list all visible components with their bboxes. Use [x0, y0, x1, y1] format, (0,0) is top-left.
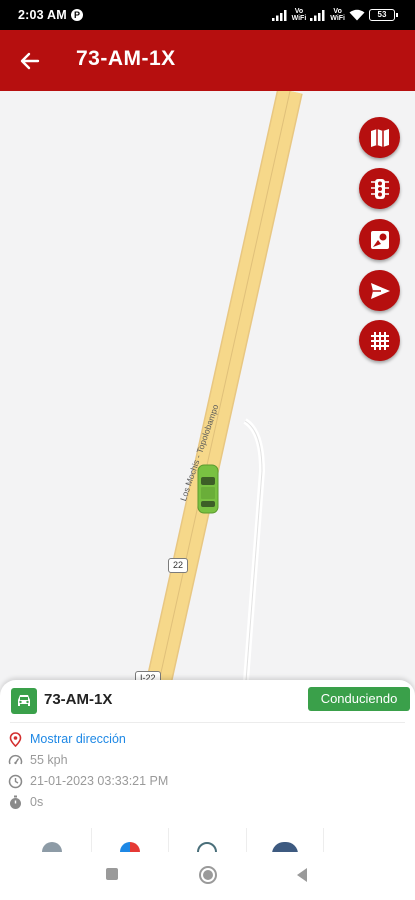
- vehicle-info-card[interactable]: 73-AM-1X Conduciendo Mostrar dirección 5…: [0, 680, 415, 852]
- road-shield: 22: [168, 558, 189, 573]
- map-view[interactable]: Los Mochis - Topolobampo 22 I-22: [0, 91, 415, 731]
- action-driver[interactable]: [247, 828, 325, 852]
- speed-row: 55 kph: [8, 751, 68, 769]
- arrow-left-icon: [20, 52, 40, 70]
- page-title: 73-AM-1X: [76, 47, 176, 70]
- vehicle-marker-icon[interactable]: [197, 463, 219, 515]
- car-icon: [11, 688, 37, 714]
- duration-value: 0s: [30, 795, 44, 809]
- recents-square-icon[interactable]: [105, 867, 119, 881]
- divider: [10, 722, 405, 723]
- address-row[interactable]: Mostrar dirección: [8, 730, 126, 748]
- system-navigation-bar: [0, 852, 415, 900]
- status-badge: Conduciendo: [308, 687, 410, 711]
- action-fuel[interactable]: [92, 828, 170, 852]
- volte-label-2: Vo WiFi: [330, 8, 345, 22]
- home-circle-icon[interactable]: [198, 865, 218, 885]
- traffic-button[interactable]: [359, 168, 400, 209]
- datetime-value: 21-01-2023 03:33:21 PM: [30, 774, 169, 788]
- wifi-icon: [349, 9, 365, 21]
- driver-icon: [272, 842, 299, 852]
- action-compass[interactable]: [169, 828, 247, 852]
- action-history[interactable]: [14, 828, 92, 852]
- duration-row: 0s: [8, 793, 43, 811]
- signal-icon-2: [310, 10, 325, 21]
- back-button[interactable]: [14, 46, 46, 76]
- volte-label-1: Vo WiFi: [291, 8, 307, 22]
- geofence-button[interactable]: [359, 219, 400, 260]
- traffic-light-icon: [370, 178, 389, 199]
- speedometer-icon: [8, 754, 23, 764]
- send-icon: [370, 282, 390, 299]
- grid-button[interactable]: [359, 320, 400, 361]
- back-triangle-icon[interactable]: [295, 867, 309, 883]
- battery-icon: 53: [369, 9, 398, 21]
- send-command-button[interactable]: [359, 270, 400, 311]
- status-time: 2:03 AM: [18, 8, 67, 22]
- grid-icon: [370, 331, 389, 350]
- notification-badge-icon: P: [71, 9, 83, 21]
- map-icon: [370, 128, 389, 147]
- gauge-icon: [119, 842, 140, 852]
- location-pin-icon: [9, 731, 22, 747]
- show-address-link[interactable]: Mostrar dirección: [30, 732, 126, 746]
- status-bar: 2:03 AM P Vo WiFi Vo WiFi 53: [0, 0, 415, 30]
- status-icons: Vo WiFi Vo WiFi 53: [271, 7, 398, 23]
- vehicle-plate: 73-AM-1X: [44, 691, 113, 708]
- speed-value: 55 kph: [30, 753, 68, 767]
- geofence-icon: [370, 230, 389, 249]
- action-strip: [14, 828, 401, 852]
- clock-icon: [8, 774, 23, 788]
- stopwatch-icon: [10, 795, 21, 809]
- app-bar: 73-AM-1X: [0, 30, 415, 91]
- signal-icon: [271, 10, 287, 21]
- compass-icon: [197, 842, 218, 852]
- datetime-row: 21-01-2023 03:33:21 PM: [8, 772, 168, 790]
- action-more[interactable]: [324, 828, 401, 852]
- map-layers-button[interactable]: [359, 117, 400, 158]
- route-history-icon: [42, 842, 63, 852]
